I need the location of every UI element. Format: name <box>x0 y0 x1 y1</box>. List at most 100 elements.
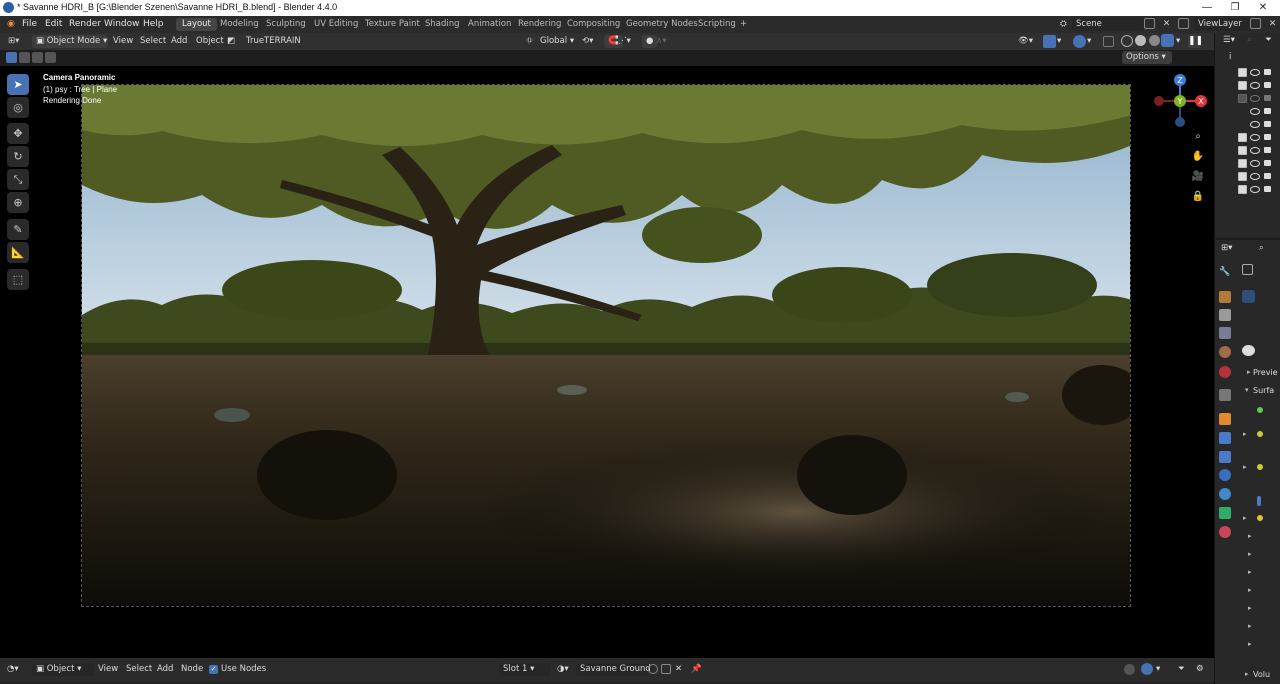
render-camera-icon[interactable] <box>1264 173 1271 179</box>
material-browse-icon[interactable]: ◑▾ <box>557 663 569 676</box>
outliner-row[interactable] <box>1232 105 1280 117</box>
new-view-layer-icon[interactable] <box>1250 18 1261 29</box>
surface-expand-icon[interactable]: ▾ <box>1245 386 1249 394</box>
gizmo-dropdown-icon[interactable]: ▾ <box>1057 35 1061 48</box>
output-tab-icon[interactable] <box>1219 309 1231 321</box>
close-button[interactable]: ✕ <box>1250 1 1276 15</box>
use-nodes-checkbox[interactable]: ✓ <box>209 665 218 674</box>
node-menu-select[interactable]: Select <box>126 663 152 676</box>
shader-type-selector[interactable]: ▣ Object ▾ <box>32 663 94 676</box>
editor-type-icon[interactable]: ⊞▾ <box>8 35 19 48</box>
outliner-filter-icon[interactable]: ⏷ <box>1265 34 1272 47</box>
tab-shading[interactable]: Shading <box>419 18 466 31</box>
exclude-checkbox[interactable] <box>1238 133 1247 142</box>
camera-view-icon[interactable]: 🎥 <box>1191 170 1205 184</box>
menu-edit[interactable]: Edit <box>45 19 62 29</box>
scene-selector[interactable]: Scene <box>1072 18 1144 31</box>
properties-editor-type-icon[interactable]: ⊞▾ <box>1221 242 1232 255</box>
tool-tab-icon[interactable]: 🔧 <box>1219 267 1231 279</box>
tab-compositing[interactable]: Compositing <box>561 18 626 31</box>
outliner-row[interactable] <box>1232 183 1280 195</box>
menu-select[interactable]: Select <box>140 35 166 48</box>
scene-tab-icon[interactable] <box>1219 346 1231 358</box>
gizmo-neg-z-axis[interactable] <box>1175 117 1185 127</box>
unlink-material-icon[interactable]: ✕ <box>675 663 682 676</box>
tab-uv-editing[interactable]: UV Editing <box>308 18 364 31</box>
pivot-point-icon[interactable]: ⟲▾ <box>582 35 593 48</box>
constraints-tab-icon[interactable] <box>1219 488 1231 500</box>
select-new-icon[interactable] <box>6 52 17 63</box>
eye-icon[interactable] <box>1250 173 1260 180</box>
visibility-icon[interactable]: 👁▾ <box>1018 35 1033 48</box>
new-scene-icon[interactable] <box>1144 18 1155 29</box>
minimize-button[interactable]: — <box>1194 1 1220 15</box>
physics-tab-icon[interactable] <box>1219 469 1231 481</box>
xray-toggle-icon[interactable] <box>1103 36 1114 47</box>
transform-orientation-selector[interactable]: Global ▾ <box>540 35 574 48</box>
data-tab-icon[interactable] <box>1219 507 1231 519</box>
outliner-row[interactable] <box>1232 79 1280 91</box>
select-extend-icon[interactable] <box>19 52 30 63</box>
outliner-row[interactable] <box>1232 118 1280 130</box>
select-subtract-icon[interactable] <box>32 52 43 63</box>
node-filter-icon[interactable]: ⏷ <box>1178 663 1185 676</box>
outliner-row[interactable] <box>1232 131 1280 143</box>
eye-icon[interactable] <box>1250 160 1260 167</box>
menu-object[interactable]: Object <box>196 35 224 48</box>
outliner-search-icon[interactable]: ⌕ <box>1247 34 1252 47</box>
wireframe-shading-icon[interactable] <box>1121 35 1133 47</box>
falloff-icon[interactable]: ∧▾ <box>656 35 667 48</box>
pause-render-icon[interactable]: ❚❚ <box>1188 35 1203 48</box>
node-menu-view[interactable]: View <box>98 663 118 676</box>
properties-search-icon[interactable]: ⌕ <box>1259 242 1264 255</box>
collapsed-panel-icon[interactable]: ▸ <box>1248 622 1252 630</box>
object-tab-icon[interactable] <box>1219 413 1231 425</box>
collapsed-panel-icon[interactable]: ▸ <box>1248 550 1252 558</box>
render-camera-icon[interactable] <box>1264 69 1271 75</box>
lock-camera-icon[interactable]: 🔒 <box>1191 190 1205 204</box>
exclude-checkbox[interactable] <box>1238 185 1247 194</box>
scene-icon[interactable]: ⛭ <box>1060 18 1067 31</box>
socket-expand-icon[interactable]: ▸ <box>1243 430 1247 438</box>
view-layer-selector[interactable]: ViewLayer <box>1194 18 1252 31</box>
render-camera-icon[interactable] <box>1264 95 1271 101</box>
node-menu-node[interactable]: Node <box>181 663 203 676</box>
transform-tool[interactable]: ⊕ <box>7 192 29 213</box>
rotate-tool[interactable]: ↻ <box>7 146 29 167</box>
duplicate-material-icon[interactable] <box>661 664 671 674</box>
view-layer-icon[interactable] <box>1178 18 1189 29</box>
zoom-icon[interactable]: ⌕ <box>1191 130 1205 144</box>
overlay-toggle-icon[interactable] <box>1073 35 1086 48</box>
panel-surface[interactable]: Surfa <box>1253 384 1274 397</box>
solid-shading-icon[interactable] <box>1135 35 1146 46</box>
menu-render[interactable]: Render <box>69 19 101 29</box>
outliner-row[interactable] <box>1232 92 1280 104</box>
outliner-row[interactable] <box>1232 144 1280 156</box>
exclude-checkbox[interactable] <box>1238 172 1247 181</box>
transform-orientation-icon[interactable]: ⛗ <box>526 35 533 48</box>
collapsed-panel-icon[interactable]: ▸ <box>1248 640 1252 648</box>
tab-texture-paint[interactable]: Texture Paint <box>359 18 426 31</box>
collapsed-panel-icon[interactable]: ▸ <box>1248 532 1252 540</box>
view-layer-tab-icon[interactable] <box>1219 327 1231 339</box>
gizmo-neg-x-axis[interactable] <box>1154 96 1164 106</box>
menu-view[interactable]: View <box>113 35 133 48</box>
volume-expand-icon[interactable]: ▸ <box>1245 670 1249 678</box>
node-overlay-dropdown-icon[interactable]: ▾ <box>1156 663 1160 676</box>
fake-user-icon[interactable] <box>648 664 658 674</box>
material-name-field[interactable]: Savanne Ground <box>576 663 651 676</box>
delete-view-layer-icon[interactable]: ✕ <box>1266 18 1279 31</box>
outliner-editor-type-icon[interactable]: ☰▾ <box>1223 34 1235 47</box>
exclude-checkbox[interactable] <box>1238 159 1247 168</box>
render-camera-icon[interactable] <box>1264 134 1271 140</box>
add-cube-tool[interactable]: ⬚ <box>7 269 29 290</box>
maximize-button[interactable]: ❐ <box>1222 1 1248 15</box>
delete-scene-icon[interactable]: ✕ <box>1160 18 1173 31</box>
measure-tool[interactable]: 📐 <box>7 242 29 263</box>
menu-help[interactable]: Help <box>143 19 164 29</box>
material-tab-icon[interactable] <box>1219 526 1231 538</box>
collapsed-panel-icon[interactable]: ▸ <box>1248 586 1252 594</box>
gizmo-toggle-icon[interactable] <box>1043 35 1056 48</box>
scale-tool[interactable]: ⤡ <box>7 169 29 190</box>
node-overlay-icon[interactable] <box>1141 663 1153 675</box>
